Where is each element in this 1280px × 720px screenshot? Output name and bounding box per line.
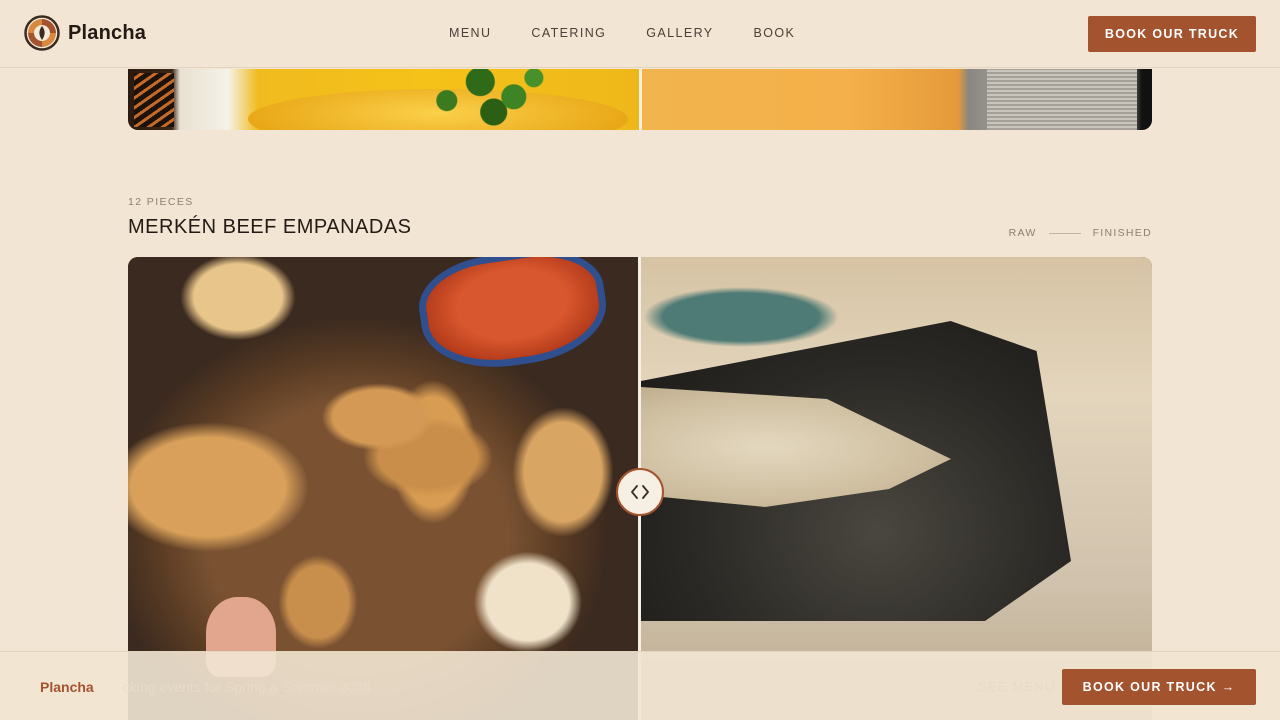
previous-finished-image xyxy=(128,69,639,130)
legend-finished-label: FINISHED xyxy=(1092,227,1152,239)
see-menu-link[interactable]: SEE MENU xyxy=(978,679,1056,694)
slider-handle[interactable] xyxy=(616,468,664,516)
logo-icon xyxy=(24,15,60,51)
bottom-brand[interactable]: Plancha xyxy=(40,679,94,695)
previous-raw-image xyxy=(642,69,1152,130)
booking-announcement: cking events for Spring & Summer 2026 xyxy=(123,679,371,695)
nav-book[interactable]: BOOK xyxy=(754,26,796,40)
chevrons-left-right-icon xyxy=(631,485,649,499)
brand-link[interactable]: Plancha xyxy=(24,15,146,51)
nav-catering[interactable]: CATERING xyxy=(531,26,606,40)
dish-quantity: 12 PIECES xyxy=(128,196,194,208)
legend-divider xyxy=(1048,232,1081,234)
previous-compare-slider[interactable] xyxy=(128,69,1152,130)
compare-legend: RAW FINISHED xyxy=(1009,227,1152,239)
brand-name: Plancha xyxy=(68,21,147,44)
sticky-booking-bar: Plancha cking events for Spring & Summer… xyxy=(0,651,1280,720)
nav-gallery[interactable]: GALLERY xyxy=(646,26,713,40)
book-our-truck-button[interactable]: BOOK OUR TRUCK xyxy=(1088,16,1256,52)
salsa-bowl xyxy=(413,257,613,378)
site-header: Plancha MENU CATERING GALLERY BOOK BOOK … xyxy=(0,0,1280,68)
bottom-book-our-truck-button[interactable]: BOOK OUR TRUCK → xyxy=(1062,669,1256,705)
dish-title: MERKÉN BEEF EMPANADAS xyxy=(128,216,412,238)
legend-raw-label: RAW xyxy=(1008,227,1037,239)
main-nav: MENU CATERING GALLERY BOOK xyxy=(449,26,795,40)
nav-menu[interactable]: MENU xyxy=(449,26,491,40)
